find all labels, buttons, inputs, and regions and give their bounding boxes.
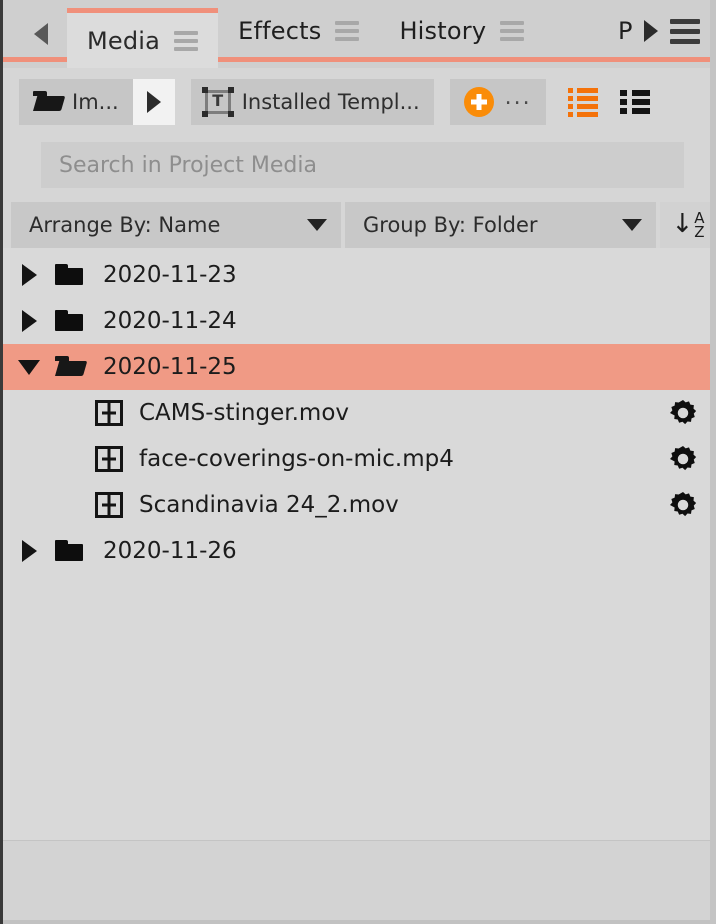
search-input[interactable]: Search in Project Media xyxy=(41,142,684,188)
disclosure-collapsed-icon[interactable] xyxy=(3,310,55,332)
installed-templates-label: Installed Templ... xyxy=(241,90,420,114)
tab-effects[interactable]: Effects xyxy=(218,0,379,62)
media-file-label: face-coverings-on-mic.mp4 xyxy=(139,446,454,472)
tree-row-label: 2020-11-24 xyxy=(103,308,237,334)
gear-icon[interactable] xyxy=(668,398,698,428)
arrange-bar: Arrange By: Name Group By: Folder ↓ AZ xyxy=(3,202,716,248)
tab-media-label: Media xyxy=(87,26,161,55)
film-clip-icon xyxy=(95,492,123,518)
chevron-down-icon xyxy=(307,219,327,231)
tab-menu-icon[interactable] xyxy=(500,21,525,41)
tab-history[interactable]: History xyxy=(379,0,544,62)
tab-history-label: History xyxy=(399,17,487,45)
group-by-dropdown[interactable]: Group By: Folder xyxy=(345,202,656,248)
tree-row[interactable]: 2020-11-26 xyxy=(3,528,716,574)
arrange-by-label: Arrange By: Name xyxy=(29,213,221,237)
folder-open-icon xyxy=(55,356,93,378)
film-clip-icon xyxy=(95,446,123,472)
tree-row-label: 2020-11-26 xyxy=(103,538,237,564)
film-clip-icon xyxy=(95,400,123,426)
gear-icon[interactable] xyxy=(668,490,698,520)
list-item[interactable]: CAMS-stinger.mov xyxy=(3,390,716,436)
media-file-label: Scandinavia 24_2.mov xyxy=(139,492,399,518)
new-item-label: ... xyxy=(504,85,532,110)
panel-tab-bar: Media Effects History P xyxy=(3,0,716,68)
media-panel: Media Effects History P Im... T Installe… xyxy=(0,0,716,924)
sort-a-to-z-icon[interactable]: ↓ AZ xyxy=(660,202,716,248)
list-view-icon[interactable] xyxy=(567,87,598,117)
tree-row-label: 2020-11-25 xyxy=(103,354,237,380)
media-tree: 2020-11-23 2020-11-24 2020-11-25 CAMS-st… xyxy=(3,248,716,860)
import-button-label: Im... xyxy=(72,90,119,114)
folder-closed-icon xyxy=(55,540,93,562)
arrow-down-glyph: ↓ xyxy=(671,209,694,239)
search-placeholder: Search in Project Media xyxy=(59,152,317,178)
folder-closed-icon xyxy=(55,264,93,286)
list-item[interactable]: face-coverings-on-mic.mp4 xyxy=(3,436,716,482)
list-item[interactable]: Scandinavia 24_2.mov xyxy=(3,482,716,528)
chevron-down-icon xyxy=(622,219,642,231)
group-by-label: Group By: Folder xyxy=(363,213,538,237)
triangle-right-icon xyxy=(146,91,161,113)
tree-row[interactable]: 2020-11-23 xyxy=(3,252,716,298)
search-area: Search in Project Media xyxy=(3,136,716,202)
tab-scroll-left-button[interactable] xyxy=(15,0,67,68)
folder-closed-icon xyxy=(55,310,93,332)
hamburger-menu-icon[interactable] xyxy=(670,18,700,44)
tab-effects-label: Effects xyxy=(238,17,322,45)
triangle-right-icon[interactable] xyxy=(644,20,658,42)
tab-overflow-area: P xyxy=(618,0,716,62)
detail-view-icon[interactable] xyxy=(619,90,650,114)
gear-icon[interactable] xyxy=(668,444,698,474)
disclosure-collapsed-icon[interactable] xyxy=(3,264,55,286)
folder-open-icon xyxy=(33,91,61,113)
title-template-icon: T xyxy=(201,87,234,117)
media-toolbar: Im... T Installed Templ... ... xyxy=(3,68,716,136)
new-item-button[interactable]: ... xyxy=(449,79,546,125)
tab-clipped-label: P xyxy=(618,17,632,45)
media-file-label: CAMS-stinger.mov xyxy=(139,400,349,426)
plus-circle-icon xyxy=(463,87,494,117)
panel-right-edge xyxy=(710,0,716,924)
tree-row[interactable]: 2020-11-24 xyxy=(3,298,716,344)
disclosure-collapsed-icon[interactable] xyxy=(3,540,55,562)
arrange-by-dropdown[interactable]: Arrange By: Name xyxy=(11,202,341,248)
tab-menu-icon[interactable] xyxy=(335,21,360,41)
installed-templates-button[interactable]: T Installed Templ... xyxy=(190,79,434,125)
tree-row-label: 2020-11-23 xyxy=(103,262,237,288)
tree-row-selected[interactable]: 2020-11-25 xyxy=(3,344,716,390)
panel-footer xyxy=(3,840,716,924)
tab-media[interactable]: Media xyxy=(67,8,219,68)
az-glyph: AZ xyxy=(694,209,705,241)
disclosure-expanded-icon[interactable] xyxy=(3,359,55,375)
triangle-left-icon xyxy=(34,23,48,45)
import-button[interactable]: Im... xyxy=(19,79,133,125)
import-play-button[interactable] xyxy=(132,79,175,125)
tab-menu-icon[interactable] xyxy=(174,30,199,51)
